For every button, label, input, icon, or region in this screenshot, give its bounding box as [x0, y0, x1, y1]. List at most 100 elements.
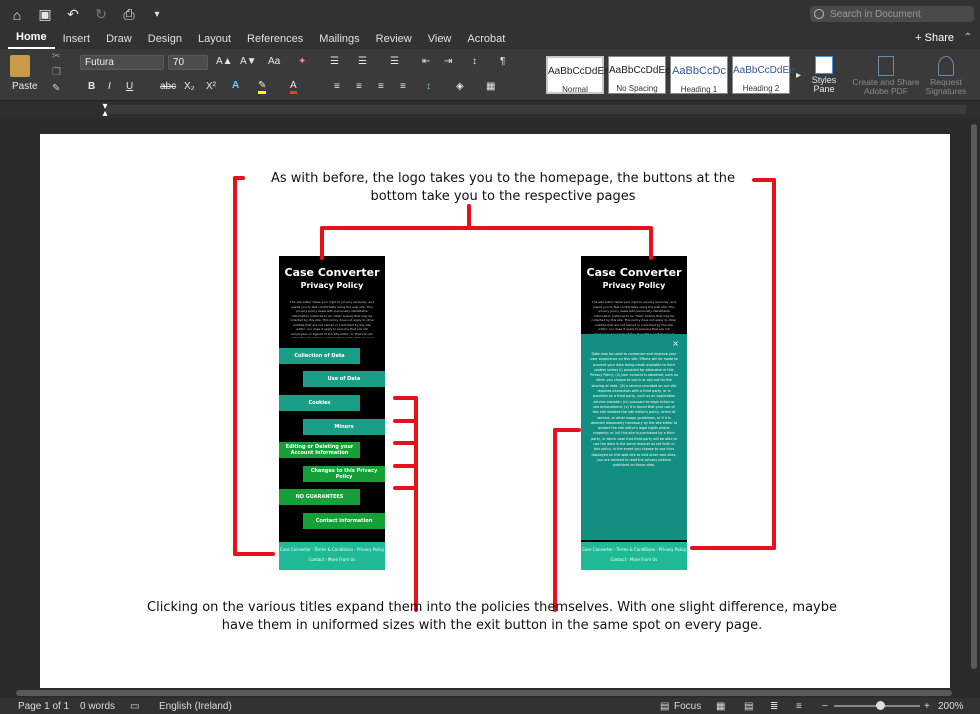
superscript-icon[interactable]: X² — [206, 81, 216, 92]
sort-icon[interactable]: ↕ — [472, 56, 477, 67]
align-right-icon[interactable]: ≡ — [378, 81, 384, 92]
language[interactable]: English (Ireland) — [159, 701, 232, 712]
mockup-intro: The site editor takes your right to priv… — [289, 300, 375, 338]
tab-mailings[interactable]: Mailings — [311, 33, 367, 49]
clear-formatting-icon[interactable]: ✦ — [298, 56, 306, 67]
borders-icon[interactable]: ▦ — [486, 81, 495, 92]
bold-icon[interactable]: B — [88, 81, 95, 92]
status-bar: Page 1 of 1 0 words ▭ English (Ireland) … — [0, 698, 980, 714]
copy-icon[interactable]: ❐ — [52, 67, 61, 78]
annotation-line — [320, 226, 652, 230]
annotation-line — [752, 178, 776, 182]
request-signatures-button[interactable]: Request Signatures — [922, 56, 970, 96]
horizontal-ruler[interactable]: ▾ ▴ — [0, 101, 980, 119]
style-normal[interactable]: AaBbCcDdEe Normal — [546, 56, 610, 94]
show-formatting-icon[interactable]: ¶ — [500, 56, 505, 67]
web-layout-icon[interactable]: ▤ — [744, 701, 753, 712]
style-heading-2[interactable]: AaBbCcDdEe Heading 2 — [732, 56, 795, 94]
subscript-icon[interactable]: X₂ — [184, 81, 195, 92]
align-left-icon[interactable]: ≡ — [334, 81, 340, 92]
horizontal-scrollbar[interactable] — [0, 688, 980, 698]
policy-button: Collection of Data — [279, 348, 360, 364]
save-icon[interactable]: ▣ — [34, 4, 56, 26]
focus-button[interactable]: Focus — [674, 701, 701, 712]
search-input[interactable]: Search in Document — [810, 6, 974, 22]
annotation-line — [553, 428, 581, 432]
style-label: Normal — [562, 85, 588, 94]
cut-icon[interactable]: ✂ — [52, 51, 60, 62]
paste-icon[interactable] — [10, 55, 30, 77]
shading-icon[interactable]: ◈ — [456, 81, 464, 92]
print-icon[interactable]: ⎙ — [118, 4, 140, 26]
search-placeholder: Search in Document — [830, 8, 921, 20]
print-layout-icon[interactable]: ▦ — [716, 701, 725, 712]
vertical-scroll-thumb[interactable] — [971, 124, 977, 669]
title-bar: ⌂ ▣ ↶ ↻ ⎙ ▾ Search in Document — [0, 0, 980, 29]
bullets-icon[interactable]: ☰ — [330, 56, 339, 67]
outline-view-icon[interactable]: ≣ — [770, 701, 778, 712]
tab-acrobat[interactable]: Acrobat — [459, 33, 513, 49]
tab-home[interactable]: Home — [8, 31, 55, 49]
proofing-icon[interactable]: ▭ — [130, 701, 139, 712]
page-count[interactable]: Page 1 of 1 — [18, 701, 69, 712]
horizontal-scroll-thumb[interactable] — [16, 690, 952, 696]
tab-draw[interactable]: Draw — [98, 33, 140, 49]
paste-button[interactable]: Paste — [12, 81, 38, 92]
tab-review[interactable]: Review — [368, 33, 420, 49]
tab-insert[interactable]: Insert — [55, 33, 99, 49]
font-name-select[interactable]: Futura — [80, 55, 164, 70]
line-spacing-icon[interactable]: ↕ — [426, 81, 431, 92]
ruler-track — [106, 105, 966, 114]
mockup-footer: Case Converter · Terms & Conditions · Pr… — [581, 542, 687, 570]
decrease-indent-icon[interactable]: ⇤ — [422, 56, 430, 67]
strikethrough-icon[interactable]: abc — [160, 81, 176, 92]
zoom-out-icon[interactable]: − — [822, 701, 828, 712]
align-center-icon[interactable]: ≡ — [356, 81, 362, 92]
search-icon — [814, 9, 824, 19]
draft-view-icon[interactable]: ≡ — [796, 701, 802, 712]
style-no-spacing[interactable]: AaBbCcDdEe No Spacing — [608, 56, 671, 94]
style-heading-1[interactable]: AaBbCcDc Heading 1 — [670, 56, 728, 94]
justify-icon[interactable]: ≡ — [400, 81, 406, 92]
zoom-level[interactable]: 200% — [938, 701, 964, 712]
indent-marker-icon[interactable]: ▾ ▴ — [100, 102, 110, 119]
styles-pane-button[interactable]: Styles Pane — [810, 56, 838, 94]
text-effects-icon[interactable]: A — [232, 80, 239, 91]
shrink-font-icon[interactable]: A▼ — [240, 56, 257, 67]
numbering-icon[interactable]: ☰ — [358, 56, 367, 67]
undo-icon[interactable]: ↶ — [62, 4, 84, 26]
tab-view[interactable]: View — [420, 33, 460, 49]
increase-indent-icon[interactable]: ⇥ — [444, 56, 452, 67]
format-painter-icon[interactable]: ✎ — [52, 83, 60, 94]
zoom-slider-thumb[interactable] — [876, 701, 885, 710]
multilevel-list-icon[interactable]: ☰ — [390, 56, 399, 67]
highlight-icon[interactable]: ✎ — [258, 80, 267, 94]
customize-toolbar-icon[interactable]: ▾ — [146, 4, 168, 26]
tab-layout[interactable]: Layout — [190, 33, 239, 49]
styles-gallery-more-icon[interactable]: ▸ — [796, 70, 801, 81]
document-page[interactable]: As with before, the logo takes you to th… — [40, 134, 950, 694]
mockup-right: Case Converter Privacy Policy The site e… — [581, 256, 687, 570]
share-button[interactable]: + Share — [915, 32, 954, 44]
collapse-ribbon-icon[interactable]: ⌃ — [964, 32, 972, 43]
underline-icon[interactable]: U — [126, 81, 133, 92]
change-case-icon[interactable]: Aa — [268, 56, 280, 67]
zoom-in-icon[interactable]: + — [924, 701, 930, 712]
home-icon[interactable]: ⌂ — [6, 4, 28, 26]
footer-links: Contact · More From Us — [308, 557, 356, 562]
create-pdf-button[interactable]: Create and Share Adobe PDF — [850, 56, 922, 96]
annotation-line — [320, 226, 324, 260]
annotation-line — [649, 226, 653, 260]
tab-references[interactable]: References — [239, 33, 311, 49]
focus-icon[interactable]: ▤ — [660, 701, 669, 712]
footer-links: Contact · More From Us — [610, 557, 658, 562]
grow-font-icon[interactable]: A▲ — [216, 56, 233, 67]
italic-icon[interactable]: I — [108, 81, 111, 92]
tab-design[interactable]: Design — [140, 33, 190, 49]
word-count[interactable]: 0 words — [80, 701, 115, 712]
font-size-select[interactable]: 70 — [168, 55, 208, 70]
redo-icon[interactable]: ↻ — [90, 4, 112, 26]
style-sample: AaBbCcDdEe — [548, 66, 610, 77]
font-color-icon[interactable]: A — [290, 80, 297, 94]
signature-icon — [938, 56, 954, 76]
